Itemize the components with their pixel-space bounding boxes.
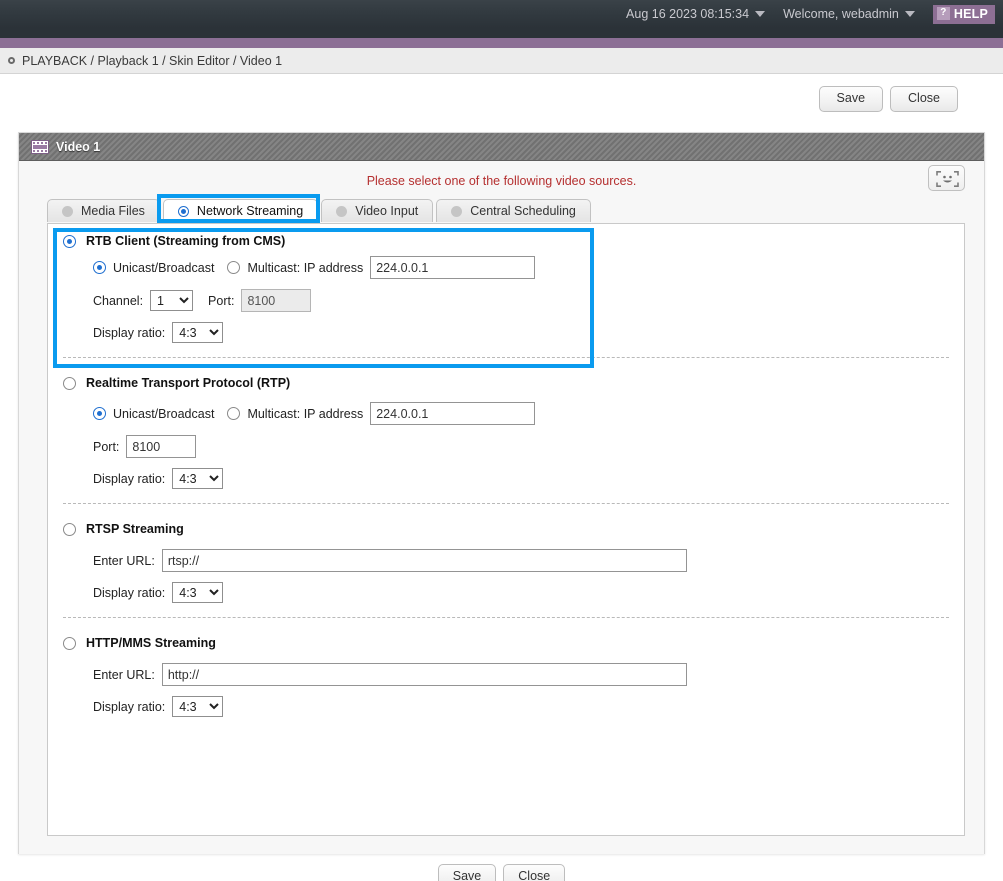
user-menu[interactable]: Welcome, webadmin: [783, 7, 915, 21]
bottom-action-bar: Save Close: [0, 864, 1003, 881]
breadcrumb-bullet-icon: [8, 57, 15, 64]
question-mark-icon: ?: [936, 7, 950, 20]
tab-label: Central Scheduling: [470, 204, 576, 218]
top-bar-filler: [0, 28, 1003, 38]
rtb-channel-label: Channel:: [93, 293, 144, 308]
rtsp-title: RTSP Streaming: [86, 522, 184, 536]
chevron-down-icon: [755, 11, 766, 17]
datetime-label: Aug 16 2023 08:15:34: [626, 7, 750, 21]
panel-body: Please select one of the following video…: [19, 161, 984, 854]
rtp-multicast-label: Multicast: IP address: [247, 406, 364, 421]
tab-label: Video Input: [355, 204, 419, 218]
save-button-bottom[interactable]: Save: [437, 864, 497, 881]
rtp-ratio-row: Display ratio: 4:316:9: [48, 468, 964, 489]
radio-rtb-multicast[interactable]: [227, 261, 241, 274]
rtb-ip-input[interactable]: [370, 256, 536, 279]
rtp-ip-input[interactable]: [370, 402, 536, 425]
tab-media-files[interactable]: Media Files: [47, 199, 160, 222]
video-source-form: RTB Client (Streaming from CMS) Unicast/…: [47, 223, 965, 836]
http-url-row: Enter URL:: [48, 663, 964, 686]
panel-header: Video 1: [19, 133, 984, 161]
rtb-cast-row: Unicast/Broadcast Multicast: IP address: [48, 256, 964, 279]
rtp-port-label: Port:: [93, 439, 120, 454]
rtb-title: RTB Client (Streaming from CMS): [86, 234, 286, 248]
rtsp-ratio-select[interactable]: 4:316:9: [172, 582, 224, 603]
rtb-channel-select[interactable]: 1234: [150, 290, 194, 311]
radio-icon: [451, 205, 463, 217]
close-button-bottom[interactable]: Close: [503, 864, 566, 881]
http-ratio-row: Display ratio: 4:316:9: [48, 696, 964, 717]
rtb-header: RTB Client (Streaming from CMS): [48, 234, 964, 248]
http-ratio-label: Display ratio:: [93, 699, 166, 714]
tab-video-input[interactable]: Video Input: [321, 199, 434, 222]
face-detection-icon: [936, 171, 959, 187]
breadcrumb: PLAYBACK / Playback 1 / Skin Editor / Vi…: [0, 48, 1003, 74]
radio-http-mms[interactable]: [63, 636, 76, 650]
rtsp-url-input[interactable]: [161, 549, 687, 572]
face-detection-button[interactable]: [928, 165, 965, 191]
radio-rtp-unicast[interactable]: [93, 407, 106, 420]
radio-rtsp[interactable]: [63, 522, 76, 536]
http-ratio-select[interactable]: 4:316:9: [172, 696, 224, 717]
rtp-title: Realtime Transport Protocol (RTP): [86, 376, 291, 390]
rtb-port-input: [241, 289, 312, 312]
rtp-header: Realtime Transport Protocol (RTP): [48, 376, 964, 390]
rtsp-url-label: Enter URL:: [93, 553, 155, 568]
welcome-label: Welcome, webadmin: [783, 7, 899, 21]
rtb-ratio-label: Display ratio:: [93, 325, 166, 340]
rtp-ratio-select[interactable]: 4:316:9: [172, 468, 224, 489]
http-url-input[interactable]: [161, 663, 687, 686]
radio-icon: [336, 205, 348, 217]
tab-bar: Media Files Network Streaming Video Inpu…: [19, 194, 984, 223]
tab-central-scheduling[interactable]: Central Scheduling: [436, 199, 591, 222]
section-rtb-client: RTB Client (Streaming from CMS) Unicast/…: [48, 224, 964, 368]
rtb-unicast-label: Unicast/Broadcast: [113, 260, 215, 275]
radio-rtp-multicast[interactable]: [227, 407, 241, 420]
rtb-channel-row: Channel: 1234 Port:: [48, 289, 964, 312]
rtp-cast-row: Unicast/Broadcast Multicast: IP address: [48, 402, 964, 425]
accent-bar: [0, 38, 1003, 48]
rtsp-header: RTSP Streaming: [48, 522, 964, 536]
tab-network-streaming[interactable]: Network Streaming: [162, 199, 319, 222]
help-label: HELP: [953, 6, 988, 21]
rtb-port-label: Port:: [208, 293, 235, 308]
rtsp-url-row: Enter URL:: [48, 549, 964, 572]
rtp-ratio-label: Display ratio:: [93, 471, 166, 486]
top-action-bar: Save Close: [0, 74, 1003, 112]
radio-rtb-client[interactable]: [63, 234, 76, 248]
panel-title: Video 1: [56, 139, 101, 154]
radio-icon: [177, 205, 189, 217]
video-panel: Video 1 Please select one of the followi…: [18, 132, 985, 854]
save-button-top[interactable]: Save: [818, 86, 884, 112]
rtp-port-row: Port:: [48, 435, 964, 458]
chevron-down-icon: [904, 11, 915, 17]
radio-rtb-unicast[interactable]: [93, 261, 106, 274]
datetime-menu[interactable]: Aug 16 2023 08:15:34: [626, 7, 766, 21]
notice-text: Please select one of the following video…: [366, 174, 637, 188]
page-body: Save Close Video 1 Please select one of …: [0, 74, 1003, 881]
radio-rtp[interactable]: [63, 376, 76, 390]
section-rtsp: RTSP Streaming Enter URL: Display ratio:…: [48, 504, 964, 617]
section-rtp: Realtime Transport Protocol (RTP) Unicas…: [48, 358, 964, 503]
http-url-label: Enter URL:: [93, 667, 155, 682]
rtb-multicast-label: Multicast: IP address: [247, 260, 364, 275]
rtb-ratio-row: Display ratio: 4:316:9: [48, 322, 964, 343]
rtb-ratio-select[interactable]: 4:316:9: [172, 322, 224, 343]
rtsp-ratio-label: Display ratio:: [93, 585, 166, 600]
rtp-unicast-label: Unicast/Broadcast: [113, 406, 215, 421]
rtsp-ratio-row: Display ratio: 4:316:9: [48, 582, 964, 603]
radio-icon: [62, 205, 73, 217]
http-header: HTTP/MMS Streaming: [48, 636, 964, 650]
top-bar: Aug 16 2023 08:15:34 Welcome, webadmin ?…: [0, 0, 1003, 28]
tab-label: Media Files: [81, 204, 145, 218]
film-strip-icon: [31, 139, 49, 154]
breadcrumb-text: PLAYBACK / Playback 1 / Skin Editor / Vi…: [22, 53, 283, 68]
close-button-top[interactable]: Close: [890, 86, 958, 112]
section-http-mms: HTTP/MMS Streaming Enter URL: Display ra…: [48, 618, 964, 731]
tab-label: Network Streaming: [196, 204, 304, 218]
rtp-port-input[interactable]: [126, 435, 197, 458]
http-title: HTTP/MMS Streaming: [86, 636, 216, 650]
help-button[interactable]: ? HELP: [932, 4, 995, 24]
